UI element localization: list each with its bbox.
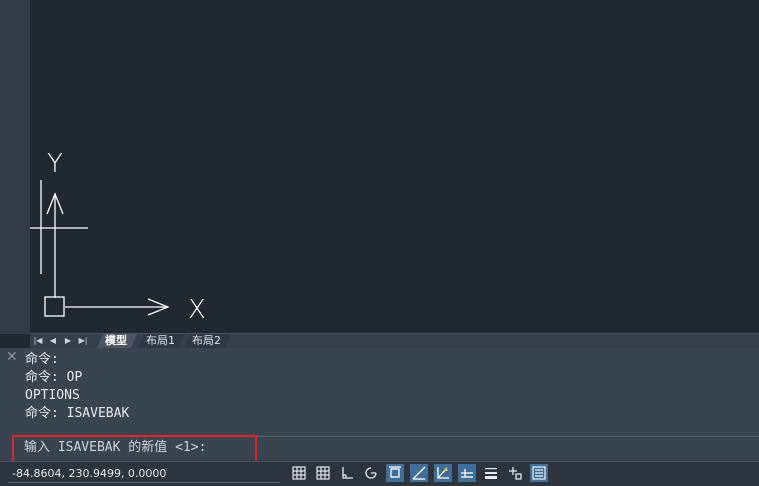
command-history-line: 命令: bbox=[25, 352, 59, 367]
left-toolbar-strip bbox=[0, 0, 30, 334]
lineweight-icon[interactable] bbox=[482, 464, 500, 482]
ortho-mode-icon[interactable] bbox=[338, 464, 356, 482]
ucs-origin-box bbox=[44, 296, 65, 317]
tab-layout2[interactable]: 布局2 bbox=[184, 334, 231, 348]
tab-nav-prev-button[interactable]: ◀ bbox=[47, 335, 59, 347]
ucs-x-label: X bbox=[188, 295, 206, 325]
quick-properties-icon[interactable] bbox=[530, 464, 548, 482]
ucs-y-label: Y bbox=[47, 149, 63, 179]
command-input[interactable]: 输入 ISAVEBAK 的新值 <1>: bbox=[12, 435, 759, 463]
command-history-line: 命令: ISAVEBAK bbox=[25, 406, 130, 421]
model-space-grid-icon[interactable] bbox=[290, 464, 308, 482]
command-line-panel: ✕ 命令: 命令: OP OPTIONS 命令: ISAVEBAK 输入 ISA… bbox=[0, 348, 759, 463]
tab-layout1[interactable]: 布局1 bbox=[138, 334, 185, 348]
tab-model[interactable]: 模型 bbox=[97, 334, 137, 348]
coordinate-readout[interactable]: -84.8604, 230.9499, 0.0000 bbox=[12, 466, 166, 482]
layout-tab-bar: |◀ ◀ ▶ ▶| 模型 布局1 布局2 bbox=[30, 333, 759, 348]
grid-display-icon[interactable] bbox=[314, 464, 332, 482]
object-snap-icon[interactable] bbox=[386, 464, 404, 482]
command-prompt-text: 输入 ISAVEBAK 的新值 <1>: bbox=[24, 440, 207, 455]
dynamic-ucs-icon[interactable] bbox=[434, 464, 452, 482]
status-bar: -84.8604, 230.9499, 0.0000 bbox=[0, 461, 759, 486]
command-history: 命令: 命令: OP OPTIONS 命令: ISAVEBAK bbox=[25, 351, 745, 423]
polar-tracking-icon[interactable] bbox=[362, 464, 380, 482]
tab-nav-next-button[interactable]: ▶ bbox=[62, 335, 74, 347]
object-snap-tracking-icon[interactable] bbox=[410, 464, 428, 482]
tab-nav-last-button[interactable]: ▶| bbox=[77, 335, 89, 347]
command-history-line: OPTIONS bbox=[25, 388, 80, 403]
command-history-line: 命令: OP bbox=[25, 370, 83, 385]
coordinate-divider bbox=[8, 482, 280, 483]
selection-cycling-icon[interactable] bbox=[506, 464, 524, 482]
command-close-icon[interactable]: ✕ bbox=[6, 350, 18, 364]
dynamic-input-icon[interactable] bbox=[458, 464, 476, 482]
ucs-icon: Y X bbox=[30, 149, 206, 325]
tab-nav-first-button[interactable]: |◀ bbox=[32, 335, 44, 347]
